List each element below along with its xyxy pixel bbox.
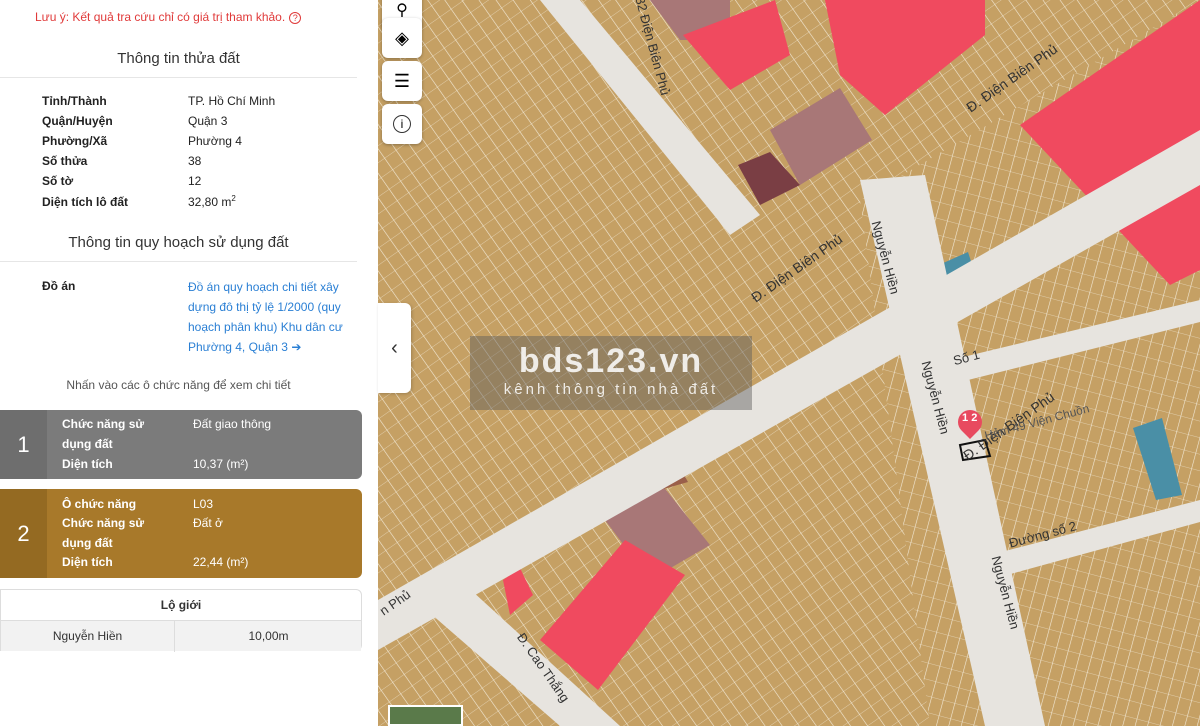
- area-unit-sup: 2: [231, 194, 236, 203]
- function-card-1[interactable]: 1 Chức năng sử Đất giao thông dụng đất D…: [0, 410, 362, 479]
- search-icon: ⚲: [396, 2, 408, 19]
- arrow-right-icon[interactable]: ➔: [291, 340, 301, 354]
- row-value: 12: [188, 174, 202, 188]
- watermark-subtitle: kênh thông tin nhà đất: [503, 381, 719, 398]
- legend-button[interactable]: ☰: [382, 61, 422, 101]
- boundary-row: Nguyễn Hiền 10,00m: [1, 620, 362, 652]
- card-label: Chức năng sử: [62, 516, 145, 530]
- parcel-row: Số tờ 12: [42, 174, 201, 188]
- parcel-title: Thông tin thửa đất: [117, 50, 240, 67]
- disclaimer-note: Lưu ý: Kết quả tra cứu chỉ có giá trị th…: [35, 10, 302, 24]
- row-value: Quận 3: [188, 114, 228, 128]
- card-value: 10,37 (m²): [193, 457, 249, 471]
- info-panel: Lưu ý: Kết quả tra cứu chỉ có giá trị th…: [0, 0, 378, 726]
- planning-title: Thông tin quy hoạch sử dụng đất: [68, 234, 289, 251]
- card-label: dụng đất: [62, 536, 113, 550]
- question-circle-icon[interactable]: ?: [289, 11, 302, 24]
- card-value: Đất ở: [193, 516, 223, 530]
- layers-button[interactable]: ◈: [382, 18, 422, 58]
- divider: [0, 261, 357, 262]
- row-label: Số thửa: [42, 154, 88, 168]
- row-value: Phường 4: [188, 134, 242, 148]
- plan-label: Đồ án: [42, 279, 76, 293]
- plan-link-text[interactable]: Đồ án quy hoạch chi tiết xây dựng đô thị…: [188, 280, 343, 354]
- card-label: Chức năng sử: [62, 417, 145, 431]
- row-value: TP. Hồ Chí Minh: [188, 94, 276, 108]
- card-label: dụng đất: [62, 437, 113, 451]
- parcel-row: Diện tích lô đất 32,80 m2: [42, 194, 236, 209]
- boundary-street: Nguyễn Hiền: [52, 629, 123, 643]
- satellite-thumbnail[interactable]: [388, 705, 463, 726]
- card-value: Đất giao thông: [193, 417, 272, 431]
- parcel-row: Quận/Huyện Quận 3: [42, 114, 227, 128]
- card-label: Ô chức năng: [62, 497, 137, 511]
- parcel-row: Phường/Xã Phường 4: [42, 134, 242, 148]
- card-number: 1: [0, 410, 47, 479]
- area-value: 32,80 m: [188, 195, 232, 209]
- marker-label: 1: [962, 412, 969, 424]
- hint-text: Nhấn vào các ô chức năng để xem chi tiết: [66, 378, 291, 392]
- boundary-title: Lộ giới: [160, 598, 202, 612]
- row-label: Tỉnh/Thành: [42, 94, 107, 108]
- card-value: 22,44 (m²): [193, 555, 249, 569]
- boundary-table: Lộ giới Nguyễn Hiền 10,00m: [0, 589, 362, 652]
- watermark-title: bds123.vn: [518, 342, 704, 380]
- row-label: Quận/Huyện: [42, 114, 113, 128]
- plan-link[interactable]: Đồ án quy hoạch chi tiết xây dựng đô thị…: [188, 277, 358, 357]
- divider: [0, 77, 357, 78]
- row-label: Phường/Xã: [42, 134, 108, 148]
- card-value: L03: [193, 497, 214, 511]
- disclaimer-text: Lưu ý: Kết quả tra cứu chỉ có giá trị th…: [35, 10, 286, 24]
- chevron-left-icon: ‹: [391, 336, 398, 359]
- card-number: 2: [0, 489, 47, 578]
- function-card-2[interactable]: 2 Ô chức năng L03 Chức năng sử Đất ở dụn…: [0, 489, 362, 578]
- boundary-width: 10,00m: [174, 621, 362, 652]
- parcel-row: Tỉnh/Thành TP. Hồ Chí Minh: [42, 94, 275, 108]
- row-value: 32,80 m2: [188, 194, 236, 209]
- info-icon: i: [393, 115, 411, 133]
- row-value: 38: [188, 154, 202, 168]
- collapse-panel-button[interactable]: ‹: [378, 303, 411, 393]
- row-label: Số tờ: [42, 174, 74, 188]
- info-button[interactable]: i: [382, 104, 422, 144]
- card-label: Diện tích: [62, 555, 113, 569]
- card-label: Diện tích: [62, 457, 113, 471]
- parcel-row: Số thửa 38: [42, 154, 201, 168]
- marker-label: 2: [971, 412, 978, 424]
- legend-icon: ☰: [393, 70, 411, 91]
- layers-icon: ◈: [395, 27, 409, 48]
- row-label: Diện tích lô đất: [42, 195, 129, 209]
- watermark: bds123.vn kênh thông tin nhà đất: [470, 336, 752, 410]
